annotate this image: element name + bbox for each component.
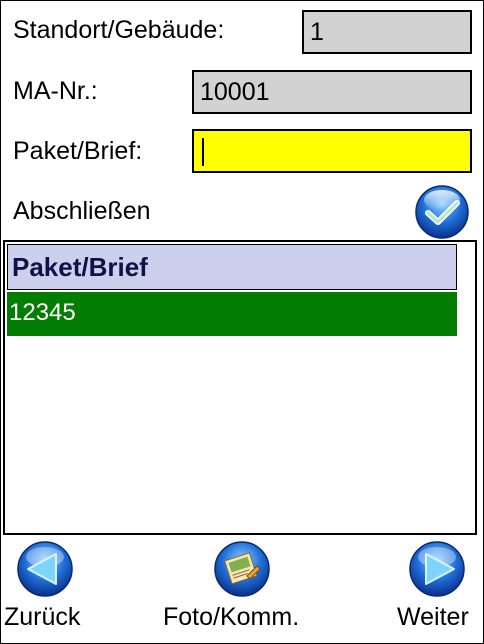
arrow-left-icon [17, 541, 73, 597]
finish-label: Abschließen [13, 197, 151, 225]
back-button[interactable] [16, 540, 74, 603]
confirm-button[interactable] [414, 184, 470, 245]
location-field[interactable]: 1 [302, 10, 472, 54]
employee-number-field[interactable]: 10001 [192, 70, 472, 114]
photo-comment-button[interactable] [213, 540, 271, 603]
employee-number-value: 10001 [200, 78, 270, 106]
bottom-navigation: Zurück Foto/Komm. Weiter [0, 537, 484, 644]
next-button[interactable] [408, 540, 466, 603]
next-label[interactable]: Weiter [397, 603, 469, 632]
checkmark-icon [415, 185, 469, 239]
parcel-list[interactable]: Paket/Brief 12345 [3, 240, 477, 535]
parcel-label: Paket/Brief: [13, 137, 143, 165]
photo-comment-icon [214, 541, 270, 597]
photo-comment-label[interactable]: Foto/Komm. [163, 603, 299, 632]
list-column-header[interactable]: Paket/Brief [7, 244, 457, 290]
parcel-input[interactable] [192, 129, 472, 173]
location-label: Standort/Gebäude: [13, 16, 225, 44]
text-caret [202, 138, 204, 167]
location-value: 1 [310, 18, 324, 46]
back-label[interactable]: Zurück [4, 603, 80, 632]
arrow-right-icon [409, 541, 465, 597]
employee-number-label: MA-Nr.: [13, 77, 98, 105]
list-item[interactable]: 12345 [7, 292, 457, 336]
